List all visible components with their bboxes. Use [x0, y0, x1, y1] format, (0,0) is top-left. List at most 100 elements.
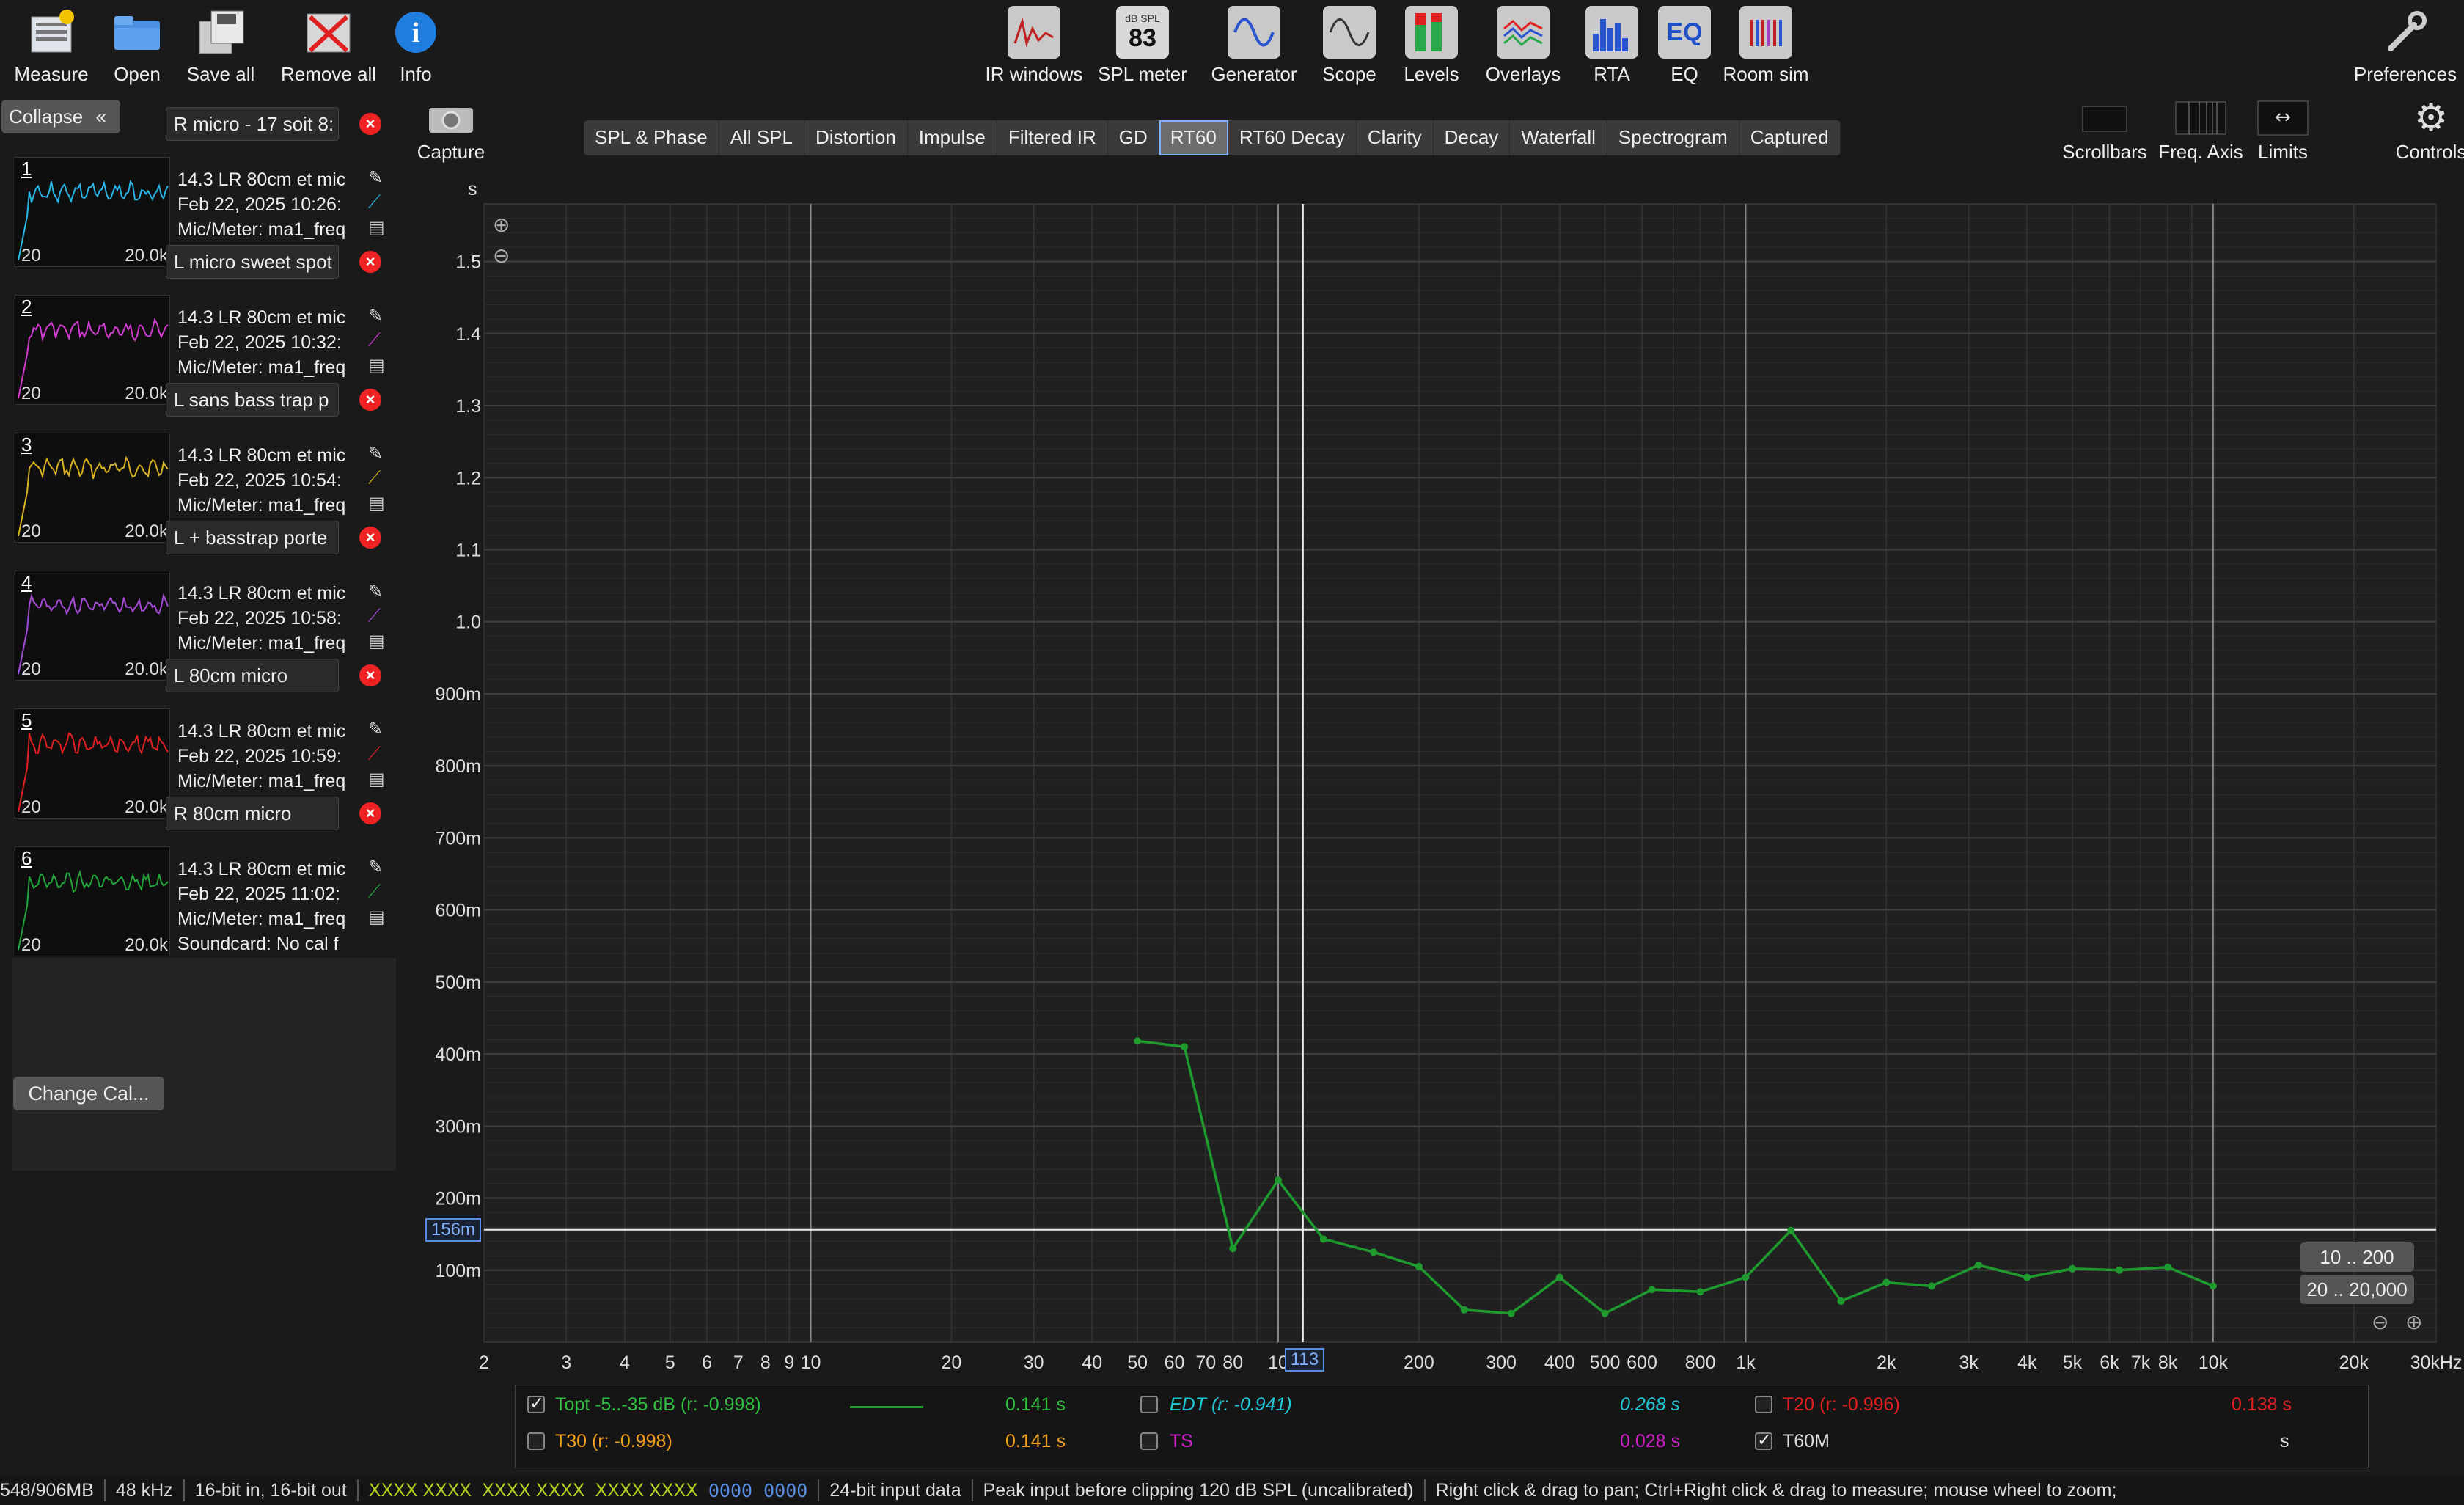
t20-value: 0.138 s: [2232, 1394, 2292, 1415]
y-tick-label: 300m: [435, 1116, 481, 1137]
x-tick-label: 7: [733, 1352, 744, 1373]
t60m-label: T60M: [1783, 1431, 1830, 1451]
rt60-data-point: [1181, 1043, 1189, 1051]
rt60-legend: Topt -5..-35 dB (r: -0.998) 0.141 s EDT …: [515, 1385, 2369, 1468]
x-tick-label: 3k: [1959, 1352, 1979, 1373]
x-tick-label: 800: [1685, 1352, 1716, 1373]
x-tick-label: 4k: [2017, 1352, 2037, 1373]
y-tick-label: 1.4: [455, 324, 481, 345]
x-tick-label: 200: [1404, 1352, 1434, 1373]
topt-line-swatch: [850, 1406, 923, 1408]
y-tick-label: 700m: [435, 828, 481, 849]
zoom-in-icon[interactable]: ⊕: [493, 213, 510, 237]
ts-label: TS: [1170, 1431, 1193, 1451]
rt60-data-point: [2115, 1266, 2123, 1274]
y-tick-label: 1.3: [455, 396, 481, 417]
x-tick-label: 30kHz: [2410, 1352, 2463, 1373]
rt60-data-point: [2164, 1263, 2172, 1271]
x-zoom-in-icon[interactable]: ⊕: [2405, 1310, 2422, 1334]
y-tick-label: 1.5: [455, 252, 481, 273]
rt60-data-point: [1975, 1261, 1983, 1269]
y-tick-label: 1.0: [455, 612, 481, 633]
x-tick-label: 6: [702, 1352, 712, 1373]
x-tick-label: 300: [1486, 1352, 1517, 1373]
input-level-4: 0000 0000: [708, 1479, 808, 1501]
zoom-out-icon[interactable]: ⊖: [493, 243, 510, 268]
input-data-format: 24-bit input data: [829, 1479, 961, 1501]
y-tick-label: 1.2: [455, 468, 481, 488]
edt-label: EDT (r: -0.941): [1170, 1394, 1292, 1415]
x-tick-label: 6k: [2100, 1352, 2119, 1373]
rt60-data-point: [1696, 1288, 1704, 1296]
input-level-1: XXXX XXXX: [368, 1479, 472, 1501]
rt60-data-point: [1460, 1306, 1468, 1314]
ts-value: 0.028 s: [1620, 1431, 1681, 1451]
input-level-3: XXXX XXXX: [595, 1479, 698, 1501]
rt60-data-point: [1229, 1245, 1237, 1253]
input-level-2: XXXX XXXX: [482, 1479, 585, 1501]
rt60-data-point: [1415, 1262, 1423, 1270]
rt60-data-point: [1601, 1309, 1609, 1317]
x-tick-label: 20: [942, 1352, 962, 1373]
x-tick-label: 2: [479, 1352, 489, 1373]
rt60-data-point: [1134, 1037, 1142, 1045]
t20-checkbox[interactable]: [1755, 1396, 1772, 1413]
x-tick-label: 600: [1627, 1352, 1657, 1373]
io-format: 16-bit in, 16-bit out: [194, 1479, 347, 1501]
rt60-data-point: [1370, 1248, 1378, 1256]
topt-label: Topt -5..-35 dB (r: -0.998): [555, 1394, 761, 1415]
rt60-data-point: [1555, 1273, 1563, 1281]
x-tick-label: 5: [665, 1352, 675, 1373]
peak-input: Peak input before clipping 120 dB SPL (u…: [983, 1479, 1414, 1501]
x-tick-label: 20k: [2339, 1352, 2369, 1373]
t30-value: 0.141 s: [1005, 1431, 1066, 1451]
rt60-data-point: [1319, 1235, 1327, 1243]
x-tick-label: 2k: [1877, 1352, 1896, 1373]
topt-checkbox[interactable]: [527, 1393, 545, 1414]
x-tick-label: 30: [1024, 1352, 1044, 1373]
mouse-hint: Right click & drag to pan; Ctrl+Right cl…: [1435, 1479, 2117, 1501]
y-tick-label: 600m: [435, 901, 481, 921]
x-tick-label: 500: [1590, 1352, 1621, 1373]
rt60-data-point: [2023, 1273, 2031, 1281]
cursor-y-readout: 156m: [425, 1218, 481, 1242]
x-tick-label: 40: [1082, 1352, 1102, 1373]
x-tick-label: 50: [1127, 1352, 1148, 1373]
rt60-data-point: [1648, 1286, 1656, 1294]
t30-checkbox[interactable]: [527, 1432, 545, 1450]
sample-rate: 48 kHz: [115, 1479, 173, 1501]
x-tick-label: 7k: [2131, 1352, 2151, 1373]
x-zoom-out-icon[interactable]: ⊖: [2372, 1310, 2388, 1334]
x-tick-label: 70: [1195, 1352, 1216, 1373]
rt60-data-point: [2209, 1282, 2217, 1290]
rt60-data-point: [1787, 1226, 1795, 1234]
rt60-data-point: [1928, 1282, 1936, 1290]
y-tick-label: 1.1: [455, 540, 481, 560]
y-tick-label: 100m: [435, 1261, 481, 1281]
edt-value: 0.268 s: [1620, 1394, 1681, 1415]
t30-label: T30 (r: -0.998): [555, 1431, 672, 1451]
x-tick-label: 4: [620, 1352, 630, 1373]
rt60-data-point: [2068, 1264, 2076, 1273]
x-tick-label: 80: [1222, 1352, 1243, 1373]
t60m-checkbox[interactable]: [1755, 1429, 1772, 1451]
y-tick-label: 400m: [435, 1044, 481, 1065]
t60m-value: s: [2280, 1431, 2289, 1451]
x-tick-label: 60: [1165, 1352, 1185, 1373]
edt-checkbox[interactable]: [1140, 1396, 1158, 1413]
ts-checkbox[interactable]: [1140, 1432, 1158, 1450]
memory-status: 548/906MB: [0, 1479, 94, 1501]
x-tick-label: 8: [760, 1352, 771, 1373]
rt60-data-point: [1507, 1309, 1515, 1317]
rt60-data-point: [1742, 1273, 1750, 1281]
y-range-box[interactable]: 10 .. 200: [2300, 1242, 2414, 1272]
rt60-data-point: [1882, 1278, 1891, 1286]
x-range-box[interactable]: 20 .. 20,000: [2300, 1275, 2414, 1304]
plot-area[interactable]: 1.5 1.4 1.3 1.2 1.1 1.0 900m 800m 700m 600m 500m 40…: [0, 0, 2464, 1394]
y-tick-label: 800m: [435, 756, 481, 777]
rt60-data-point: [1837, 1297, 1845, 1306]
topt-value: 0.141 s: [1005, 1394, 1066, 1415]
x-tick-label: 5k: [2063, 1352, 2083, 1373]
plot-background: [483, 203, 2437, 1343]
rt60-data-point: [1274, 1176, 1282, 1184]
